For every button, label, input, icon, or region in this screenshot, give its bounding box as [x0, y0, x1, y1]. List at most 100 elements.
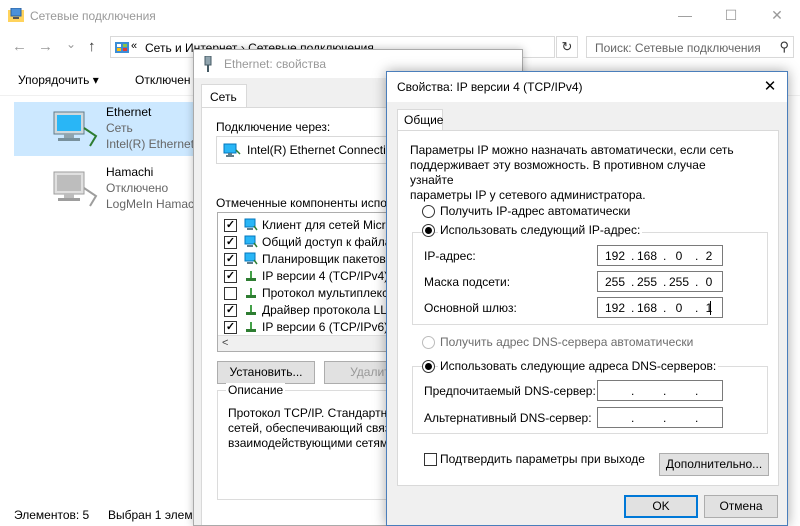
connection-hamachi[interactable]: Hamachi Отключено LogMeIn Hamach [14, 162, 204, 216]
component-checkbox[interactable]: ✓ [224, 219, 237, 232]
address-overflow-icon[interactable]: « [131, 40, 137, 52]
ip-dot: . [663, 384, 667, 398]
connection-status: Сеть [106, 121, 133, 135]
ipv4-properties-dialog: Свойства: IP версии 4 (TCP/IPv4) ✕ Общие… [386, 71, 788, 526]
component-checkbox[interactable]: ✓ [224, 321, 237, 334]
file-sharing-icon [244, 235, 258, 248]
text-caret [710, 301, 711, 315]
ip-octet: 2 [705, 249, 713, 263]
ip-octet: 1 [705, 301, 713, 315]
back-arrow-icon[interactable]: ← [12, 38, 27, 55]
component-label: Планировщик пакетов Qo [262, 252, 406, 266]
recent-locations-chevron-icon[interactable]: ⌄ [66, 37, 76, 51]
manual-dns-label[interactable]: Использовать следующие адреса DNS-сервер… [438, 359, 719, 373]
ipv4-dialog-title: Свойства: IP версии 4 (TCP/IPv4) [397, 80, 583, 94]
ip-octet: 192 [604, 301, 626, 315]
manual-ip-label[interactable]: Использовать следующий IP-адрес: [438, 223, 643, 237]
ethernet-plug-icon [204, 56, 212, 72]
ip-octet: 0 [675, 249, 683, 263]
connection-ethernet[interactable]: Ethernet Сеть Intel(R) Ethernet [14, 102, 204, 156]
protocol-icon [246, 322, 256, 332]
forward-arrow-icon[interactable]: → [38, 38, 53, 55]
ip-octet: 0 [675, 301, 683, 315]
ip-octet: 0 [705, 275, 713, 289]
component-checkbox[interactable] [224, 287, 237, 300]
scroll-left-icon[interactable]: < [222, 337, 228, 349]
search-icon: ⚲ [779, 39, 789, 54]
auto-ip-label[interactable]: Получить IP-адрес автоматически [440, 204, 630, 218]
maximize-button[interactable]: ☐ [708, 0, 754, 30]
ip-info-text: Параметры IP можно назначать автоматичес… [410, 143, 734, 202]
network-folder-icon [8, 8, 24, 22]
component-checkbox[interactable]: ✓ [224, 304, 237, 317]
connection-device: LogMeIn Hamach [106, 197, 201, 211]
advanced-button[interactable]: Дополнительно... [659, 453, 769, 476]
disable-device-button[interactable]: Отключен [135, 73, 191, 87]
organize-menu[interactable]: Упорядочить ▾ [18, 73, 99, 87]
ip-octet: 192 [604, 249, 626, 263]
auto-ip-radio[interactable] [422, 205, 435, 218]
auto-dns-radio[interactable] [422, 336, 435, 349]
tab-general-label: Общие [404, 113, 444, 127]
control-panel-icon [115, 42, 129, 53]
preferred-dns-field[interactable]: . . . [597, 380, 723, 401]
subnet-mask-label: Маска подсети: [424, 275, 511, 289]
gateway-label: Основной шлюз: [424, 301, 517, 315]
protocol-icon [246, 271, 256, 281]
ip-octet: 255 [604, 275, 626, 289]
protocol-icon [246, 288, 256, 298]
manual-ip-radio[interactable] [422, 224, 435, 237]
connection-name: Ethernet [106, 105, 152, 119]
component-checkbox[interactable]: ✓ [224, 253, 237, 266]
ip-octet: 168 [636, 301, 658, 315]
ip-dot: . [631, 411, 635, 425]
manual-dns-radio[interactable] [422, 360, 435, 373]
tab-network-label: Сеть [210, 90, 237, 104]
minimize-button[interactable]: — [662, 0, 708, 30]
network-adapter-icon [53, 111, 98, 147]
close-icon[interactable]: ✕ [753, 72, 787, 102]
gateway-field[interactable]: 192 . 168 . 0 . 1 [597, 297, 723, 318]
ip-dot: . [695, 384, 699, 398]
tab-general[interactable]: Общие [397, 109, 443, 131]
tab-network[interactable]: Сеть [201, 84, 247, 108]
search-placeholder: Поиск: Сетевые подключения [595, 41, 761, 55]
search-input[interactable]: Поиск: Сетевые подключения ⚲ [586, 36, 794, 58]
connect-via-label: Подключение через: [216, 120, 331, 134]
alternate-dns-label: Альтернативный DNS-сервер: [424, 411, 592, 425]
explorer-titlebar: Сетевые подключения — ☐ ✕ [0, 0, 800, 32]
ip-octet: 255 [668, 275, 690, 289]
component-checkbox[interactable]: ✓ [224, 270, 237, 283]
general-tab-panel: Параметры IP можно назначать автоматичес… [397, 130, 779, 486]
component-label: Драйвер протокола LLDP [262, 303, 404, 317]
ip-address-label: IP-адрес: [424, 249, 476, 263]
ethernet-dialog-title: Ethernet: свойства [224, 57, 327, 71]
auto-dns-label[interactable]: Получить адрес DNS-сервера автоматически [440, 335, 693, 349]
description-title: Описание [226, 383, 286, 397]
network-adapter-disabled-icon [53, 171, 98, 207]
alternate-dns-field[interactable]: . . . [597, 407, 723, 428]
component-label: IP версии 6 (TCP/IPv6) [262, 320, 389, 334]
component-checkbox[interactable]: ✓ [224, 236, 237, 249]
refresh-icon[interactable]: ↻ [556, 36, 578, 58]
ip-dot: . [631, 384, 635, 398]
close-button[interactable]: ✕ [754, 0, 800, 30]
ip-address-field[interactable]: 192 . 168 . 0 . 2 [597, 245, 723, 266]
cancel-button[interactable]: Отмена [704, 495, 778, 518]
connection-name: Hamachi [106, 165, 154, 179]
packet-scheduler-icon [244, 252, 258, 265]
up-arrow-icon[interactable]: ↑ [88, 38, 96, 55]
subnet-mask-field[interactable]: 255 . 255 . 255 . 0 [597, 271, 723, 292]
explorer-title: Сетевые подключения [30, 9, 156, 23]
validate-on-exit-label[interactable]: Подтвердить параметры при выходе [440, 452, 645, 466]
protocol-icon [246, 305, 256, 315]
install-button[interactable]: Установить... [217, 361, 315, 384]
ipv4-dialog-titlebar: Свойства: IP версии 4 (TCP/IPv4) ✕ [387, 72, 787, 102]
connection-status: Отключено [106, 181, 169, 195]
ip-octet: 168 [636, 249, 658, 263]
item-count: Элементов: 5 [14, 508, 90, 522]
validate-on-exit-checkbox[interactable] [424, 453, 437, 466]
ok-button[interactable]: OK [624, 495, 698, 518]
components-label: Отмеченные компоненты использ [216, 196, 406, 210]
connections-list: Ethernet Сеть Intel(R) Ethernet Hamachi … [0, 98, 204, 498]
